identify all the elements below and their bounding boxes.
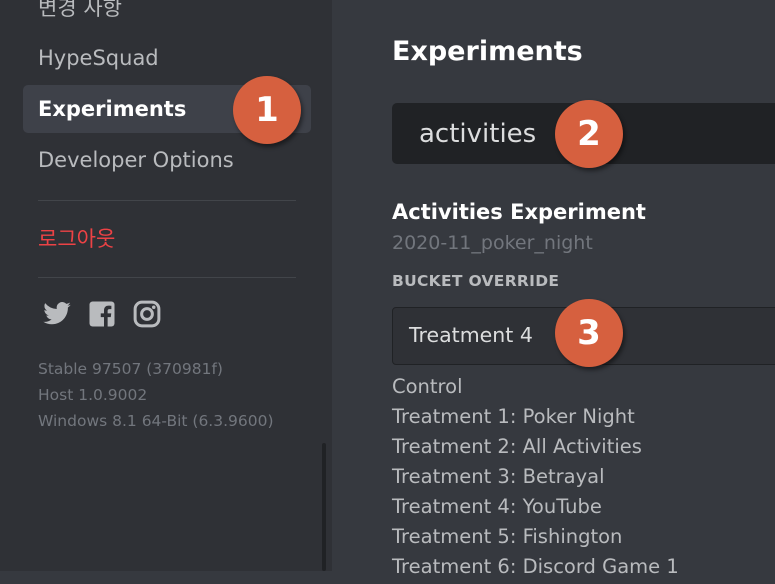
twitter-icon[interactable] (41, 299, 73, 329)
bucket-override-label: BUCKET OVERRIDE (392, 272, 560, 290)
bucket-option[interactable]: Treatment 5: Fishington (392, 524, 679, 554)
bucket-option[interactable]: Treatment 1: Poker Night (392, 404, 679, 434)
annotation-badge-2: 2 (555, 100, 623, 168)
sidebar-item-hypesquad[interactable]: HypeSquad (38, 46, 159, 70)
sidebar-divider (38, 200, 296, 201)
bucket-option[interactable]: Treatment 2: All Activities (392, 434, 679, 464)
social-links (41, 299, 163, 329)
annotation-badge-3: 3 (555, 299, 623, 367)
logout-button[interactable]: 로그아웃 (38, 223, 115, 253)
version-os: Windows 8.1 64-Bit (6.3.9600) (38, 412, 274, 430)
bucket-option[interactable]: Control (392, 374, 679, 404)
bucket-option[interactable]: Treatment 3: Betrayal (392, 464, 679, 494)
sidebar-item-developer-options[interactable]: Developer Options (38, 148, 234, 172)
sidebar-item-changelog[interactable]: 변경 사항 (38, 0, 122, 22)
instagram-icon[interactable] (131, 299, 163, 329)
bucket-option[interactable]: Treatment 4: YouTube (392, 494, 679, 524)
experiment-id: 2020-11_poker_night (392, 232, 593, 254)
sidebar-scrollbar[interactable] (322, 443, 326, 571)
experiment-title: Activities Experiment (392, 200, 646, 224)
facebook-icon[interactable] (86, 299, 118, 329)
bucket-selected-value: Treatment 4 (409, 323, 533, 347)
bucket-option[interactable]: Treatment 6: Discord Game 1 (392, 554, 679, 584)
version-stable: Stable 97507 (370981f) (38, 360, 223, 378)
bucket-options-list: Control Treatment 1: Poker Night Treatme… (392, 374, 679, 584)
page-title: Experiments (392, 36, 583, 67)
sidebar-divider (38, 277, 296, 278)
sidebar-item-experiments[interactable]: Experiments (38, 97, 186, 121)
annotation-badge-1: 1 (233, 76, 301, 144)
version-host: Host 1.0.9002 (38, 386, 148, 404)
